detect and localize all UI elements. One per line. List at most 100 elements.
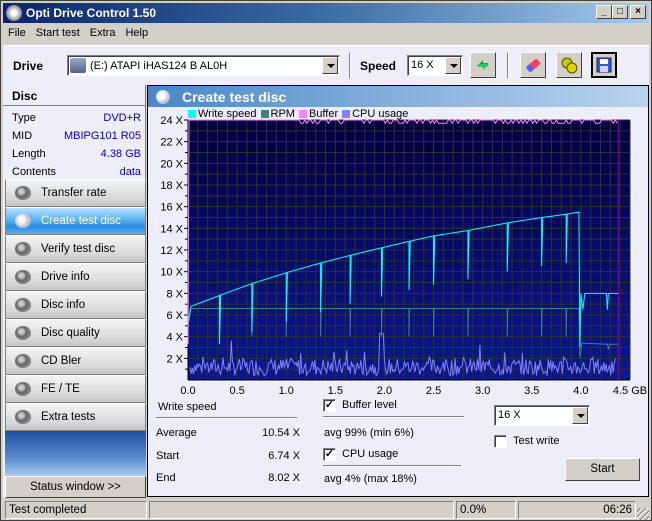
nav-create-test-disc[interactable]: Create test disc [5, 207, 146, 235]
save-icon [596, 57, 612, 73]
title-bar: Opti Drive Control 1.50 _ □ × [3, 3, 649, 23]
speed-select[interactable]: 16 X [407, 55, 463, 76]
nav-filler [5, 431, 146, 476]
disc-icon [15, 410, 31, 424]
write-speed-section-title: Write speed [158, 401, 217, 413]
elapsed-time: 06:26 [518, 501, 636, 519]
progress-bar [149, 501, 454, 519]
toolbar-divider [349, 53, 351, 78]
menu-bar: File Start test Extra Help [3, 23, 153, 42]
erase-button[interactable] [520, 52, 546, 78]
maximize-button[interactable]: □ [612, 5, 628, 19]
toolbar: Drive (E:) ATAPI iHAS124 B AL0H Speed 16… [3, 45, 649, 85]
cpu-summary: avg 4% (max 18%) [324, 473, 417, 485]
x-tick-label: 3.0 [475, 385, 490, 396]
save-button[interactable] [591, 52, 617, 78]
disc-icon [15, 326, 31, 340]
cpu-usage-checkbox[interactable]: ✓ [323, 448, 336, 461]
disc-label: MID [12, 130, 33, 142]
y-tick-label: 8 X [166, 288, 183, 300]
y-tick-label: 24 X [160, 115, 183, 127]
nav-cd-bler[interactable]: CD Bler [5, 347, 146, 375]
divider [323, 416, 464, 418]
legend-buffer: Buffer [308, 107, 339, 120]
x-tick-label: 1.0 [279, 385, 294, 396]
test-write-checkbox[interactable] [494, 435, 507, 448]
x-tick-label: 0.5 [229, 385, 244, 396]
chevron-down-icon[interactable] [572, 407, 588, 424]
cpu-usage-label: CPU usage [342, 448, 399, 460]
nav-transfer-rate[interactable]: Transfer rate [5, 179, 146, 207]
nav-label: Drive info [41, 271, 90, 283]
x-tick-label: 3.5 [524, 385, 539, 396]
y-tick-label: 10 X [160, 267, 183, 279]
menu-extra[interactable]: Extra [85, 27, 121, 39]
menu-help[interactable]: Help [120, 27, 153, 39]
disc-label: Length [12, 148, 46, 160]
menu-start-test[interactable]: Start test [31, 27, 85, 39]
drive-select[interactable]: (E:) ATAPI iHAS124 B AL0H [67, 55, 340, 76]
divider [156, 417, 297, 419]
refresh-button[interactable] [470, 52, 496, 78]
x-tick-label: 4.0 [573, 385, 588, 396]
disc-row-length: Length 4.38 GB [12, 145, 141, 163]
drive-label: Drive [13, 59, 44, 73]
disc-row-type: Type DVD+R [12, 109, 141, 127]
nav-label: Verify test disc [41, 243, 116, 255]
nav-fe-te[interactable]: FE / TE [5, 375, 146, 403]
x-tick-label: 1.5 [328, 385, 343, 396]
y-tick-label: 2 X [166, 353, 183, 365]
disc-icon [15, 214, 31, 228]
buffer-level-label: Buffer level [342, 399, 397, 411]
chevron-down-icon[interactable] [445, 57, 461, 74]
speed-label: Speed [360, 59, 397, 73]
status-message: Test completed [5, 501, 147, 519]
end-value: 8.02 X [268, 472, 300, 484]
test-nav: Transfer rate Create test disc Verify te… [5, 179, 146, 431]
menu-file[interactable]: File [3, 27, 31, 39]
nav-disc-quality[interactable]: Disc quality [5, 319, 146, 347]
nav-label: Transfer rate [41, 187, 107, 199]
end-label: End [156, 472, 176, 484]
drive-icon [70, 58, 86, 73]
start-label: Start [156, 450, 180, 462]
toolbar-divider [507, 53, 509, 78]
buffer-summary: avg 99% (min 6%) [324, 427, 414, 439]
chevron-down-icon[interactable] [322, 57, 338, 74]
legend-swatch-rpm [260, 109, 269, 118]
y-tick-label: 12 X [160, 245, 183, 257]
legend-rpm: RPM [270, 107, 295, 120]
x-tick-label: 2.0 [377, 385, 392, 396]
start-button[interactable]: Start [565, 458, 640, 481]
start-value: 6.74 X [268, 450, 300, 462]
nav-drive-info[interactable]: Drive info [5, 263, 146, 291]
disc-settings-icon [561, 57, 578, 74]
close-button[interactable]: × [630, 5, 646, 19]
disc-info-icon [15, 298, 31, 312]
x-tick-label: 2.5 [426, 385, 441, 396]
write-speed-value: 16 X [498, 409, 521, 421]
buffer-level-checkbox[interactable]: ✓ [323, 399, 336, 412]
minimize-button[interactable]: _ [596, 5, 612, 19]
nav-disc-info[interactable]: Disc info [5, 291, 146, 319]
status-window-button[interactable]: Status window >> [5, 476, 146, 498]
x-tick-label: 4.5 GB [613, 385, 647, 396]
disc-value: MBIPG101 R05 [63, 130, 141, 142]
disc-settings-button[interactable] [556, 52, 582, 78]
nav-label: FE / TE [41, 383, 80, 395]
app-logo-icon [6, 5, 22, 21]
write-speed-select[interactable]: 16 X [494, 405, 590, 426]
y-tick-label: 22 X [160, 137, 183, 149]
nav-label: Extra tests [41, 411, 96, 423]
x-tick-label: 0.0 [180, 385, 195, 396]
legend-swatch-cpu [342, 109, 351, 118]
y-tick-label: 4 X [166, 332, 183, 344]
nav-verify-test-disc[interactable]: Verify test disc [5, 235, 146, 263]
app-window: Opti Drive Control 1.50 _ □ × File Start… [0, 0, 652, 521]
y-tick-label: 6 X [166, 310, 183, 322]
y-tick-label: 16 X [160, 202, 183, 214]
nav-extra-tests[interactable]: Extra tests [5, 403, 146, 431]
main-panel: Create test disc 2 X4 X6 X8 X 10 X 12 X 14 … [147, 85, 649, 497]
resize-grip[interactable] [637, 508, 649, 520]
nav-label: CD Bler [41, 355, 82, 367]
